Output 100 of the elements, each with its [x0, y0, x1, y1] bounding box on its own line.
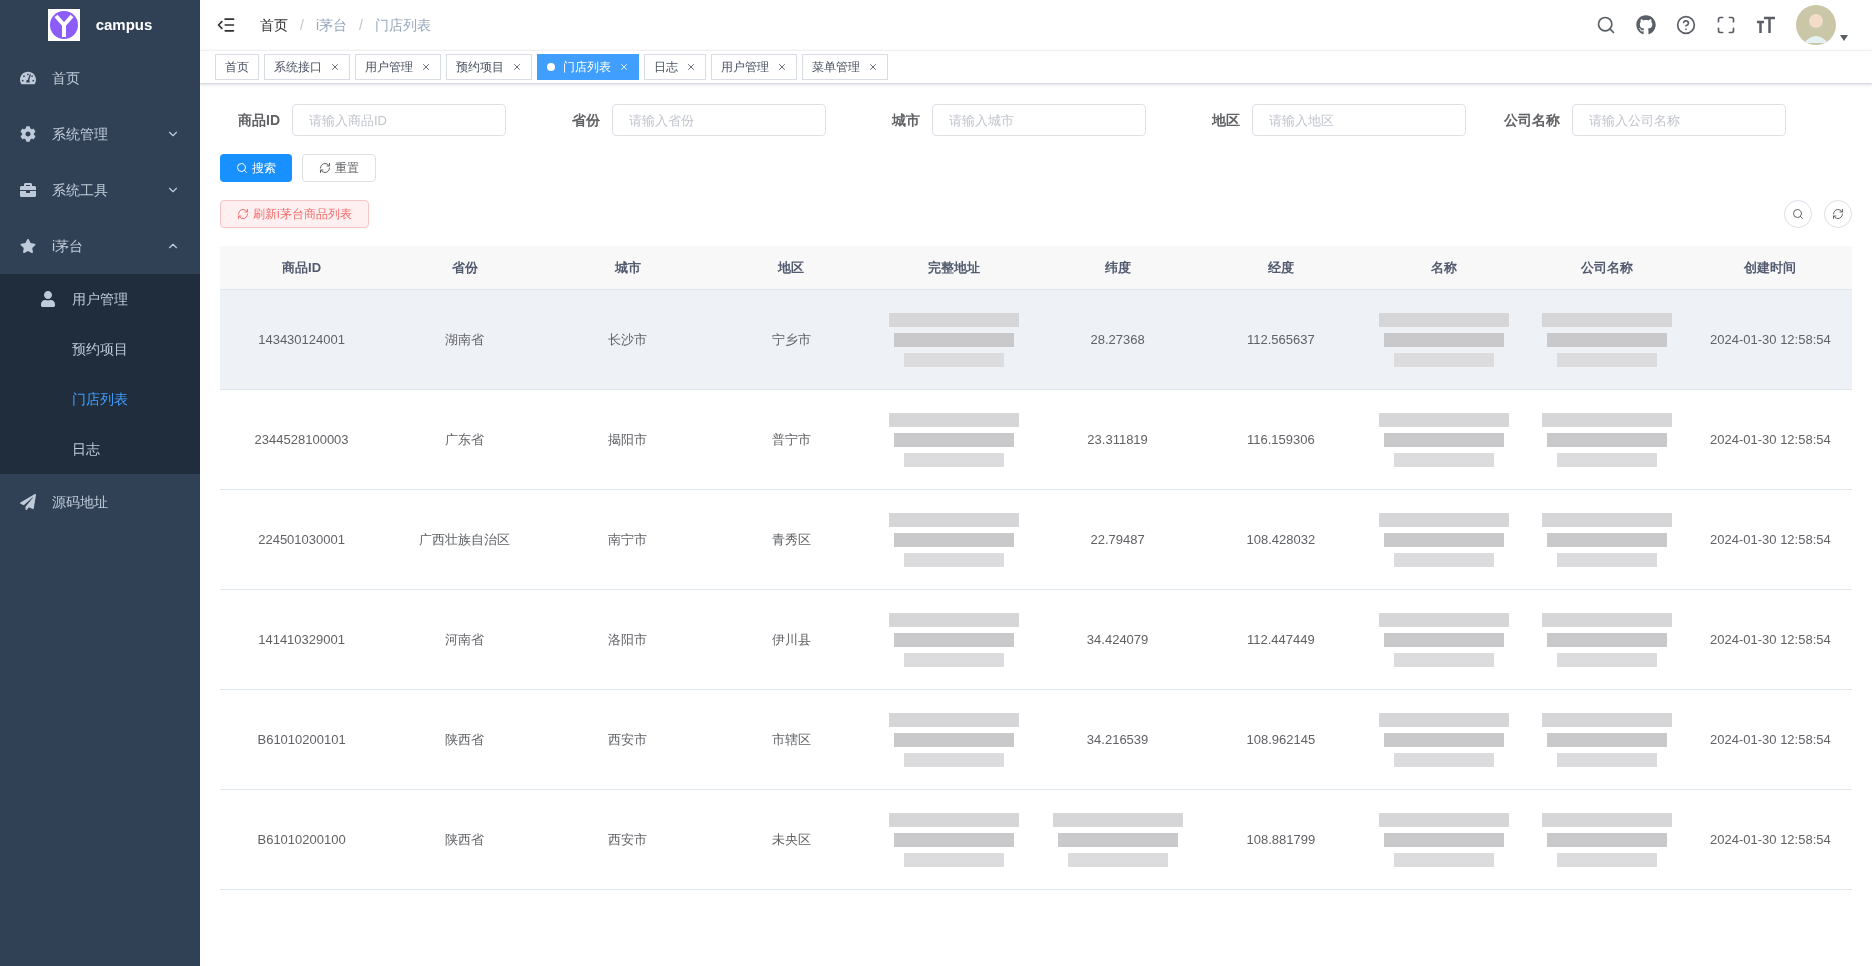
logo-icon	[47, 9, 80, 41]
table-cell-text: 143430124001	[258, 330, 345, 349]
table-cell-text: 34.216539	[1086, 730, 1149, 749]
table-cell-text: 伊川县	[771, 630, 811, 649]
brand-name: campus	[95, 14, 153, 35]
table-cell-text: 广西壮族自治区	[419, 530, 511, 549]
breadcrumb-separator: /	[358, 15, 364, 35]
table-cell-text: 青秀区	[771, 530, 811, 549]
star-icon	[20, 238, 36, 254]
sidebar-item[interactable]: 源码地址	[0, 474, 200, 530]
table-row[interactable]: 143430124001 湖南省 长沙市 宁乡市 28.27368 112.565637 2024-01-30 12:58:54	[220, 290, 1852, 390]
tab[interactable]: 日志	[644, 54, 706, 80]
column-header: 城市	[615, 258, 641, 277]
table-cell-text: 未央区	[771, 830, 811, 849]
font-size-icon[interactable]	[1756, 15, 1776, 35]
table-cell-text: 112.447449	[1246, 630, 1315, 649]
fullscreen-icon[interactable]	[1716, 15, 1736, 35]
column-header: 完整地址	[928, 258, 981, 277]
help-icon[interactable]	[1676, 15, 1696, 35]
search-icon[interactable]	[1596, 15, 1616, 35]
table-cell-text: 28.27368	[1090, 330, 1145, 349]
sidebar-item[interactable]: i茅台	[0, 218, 200, 274]
tab[interactable]: 系统接口	[264, 54, 350, 80]
tab[interactable]: 用户管理	[355, 54, 441, 80]
table-cell-text: 洛阳市	[608, 630, 648, 649]
table-cell-text: 2024-01-30 12:58:54	[1710, 630, 1831, 649]
table-cell-text: 112.565637	[1246, 330, 1315, 349]
filter-input[interactable]: 请输入商品ID	[292, 104, 506, 136]
table-cell-text: B61010200101	[257, 730, 346, 749]
close-icon[interactable]	[686, 62, 696, 72]
close-icon[interactable]	[330, 62, 340, 72]
filter-label: 公司名称	[1503, 110, 1560, 130]
close-icon[interactable]	[868, 62, 878, 72]
column-header: 地区	[778, 258, 805, 277]
table-cell-text: 陕西省	[445, 830, 485, 849]
column-header: 公司名称	[1581, 258, 1634, 277]
table-cell-text: 2024-01-30 12:58:54	[1710, 830, 1831, 849]
refresh-icon	[319, 162, 331, 174]
filter-label: 商品ID	[237, 110, 280, 130]
table-cell-text: 河南省	[445, 630, 485, 649]
reset-button[interactable]: 重置	[302, 154, 376, 182]
filter-label: 城市	[890, 110, 920, 130]
search-icon	[236, 162, 248, 174]
close-icon[interactable]	[777, 62, 787, 72]
column-header: 商品ID	[282, 258, 322, 277]
tab[interactable]: 首页	[215, 54, 259, 80]
table-cell-text: 普宁市	[771, 430, 811, 449]
table-cell-text: 224501030001	[258, 530, 345, 549]
gear-icon	[20, 126, 36, 142]
table-cell-text: 西安市	[608, 730, 648, 749]
filter-input[interactable]: 请输入地区	[1252, 104, 1466, 136]
sidebar-item[interactable]: 系统管理	[0, 106, 200, 162]
column-header: 经度	[1267, 258, 1294, 277]
column-header: 省份	[451, 258, 478, 277]
github-icon[interactable]	[1636, 15, 1656, 35]
refresh-icon	[1832, 208, 1844, 220]
table-cell-text: 2024-01-30 12:58:54	[1710, 730, 1831, 749]
filter-input[interactable]: 请输入省份	[612, 104, 826, 136]
submenu-item[interactable]: 预约项目	[0, 324, 200, 374]
column-header: 名称	[1431, 258, 1457, 277]
close-icon[interactable]	[421, 62, 431, 72]
table-cell-text: 2024-01-30 12:58:54	[1710, 330, 1831, 349]
table-cell-text: 2344528100003	[254, 430, 349, 449]
tab[interactable]: 预约项目	[446, 54, 532, 80]
filter-label: 地区	[1210, 110, 1240, 130]
refresh-icon	[237, 208, 249, 220]
submenu-item[interactable]: 门店列表	[0, 374, 200, 424]
table-cell-text: 2024-01-30 12:58:54	[1710, 530, 1831, 549]
table-cell-text: 西安市	[608, 830, 648, 849]
submenu-item[interactable]: 日志	[0, 424, 200, 474]
table-cell-text: 22.79487	[1090, 530, 1145, 549]
sidebar-item[interactable]: 首页	[0, 50, 200, 106]
breadcrumb-item[interactable]: 首页	[260, 14, 288, 36]
briefcase-icon	[20, 182, 36, 198]
table-cell-text: 宁乡市	[771, 330, 811, 349]
caret-icon[interactable]	[1840, 35, 1848, 41]
table-cell-text: 广东省	[445, 430, 485, 449]
table-cell-text: 湖南省	[445, 330, 485, 349]
column-header: 创建时间	[1744, 258, 1797, 277]
tab[interactable]: 菜单管理	[802, 54, 888, 80]
close-icon[interactable]	[512, 62, 522, 72]
tab[interactable]: 用户管理	[711, 54, 797, 80]
table-cell-text: 108.428032	[1246, 530, 1316, 549]
submenu-item[interactable]: 用户管理	[0, 274, 200, 324]
sidebar-item[interactable]: 系统工具	[0, 162, 200, 218]
table-cell-text: 108.881799	[1246, 830, 1316, 849]
gauge-icon	[20, 70, 36, 86]
table-cell-text: 陕西省	[445, 730, 485, 749]
table-cell-text: 23.311819	[1087, 430, 1148, 449]
table-cell-text: 市辖区	[771, 730, 811, 749]
filter-input[interactable]: 请输入城市	[932, 104, 1146, 136]
table-cell-text: 长沙市	[608, 330, 648, 349]
table-cell-text: B61010200100	[257, 830, 346, 849]
column-header: 纬度	[1104, 258, 1131, 277]
table-cell-text: 116.159306	[1246, 430, 1315, 449]
paper-plane-icon	[20, 494, 36, 510]
table-cell-text: 108.962145	[1246, 730, 1316, 749]
menu-toggle-icon[interactable]	[216, 15, 236, 35]
table-cell-text: 揭阳市	[608, 430, 648, 449]
filter-label: 省份	[571, 110, 600, 130]
